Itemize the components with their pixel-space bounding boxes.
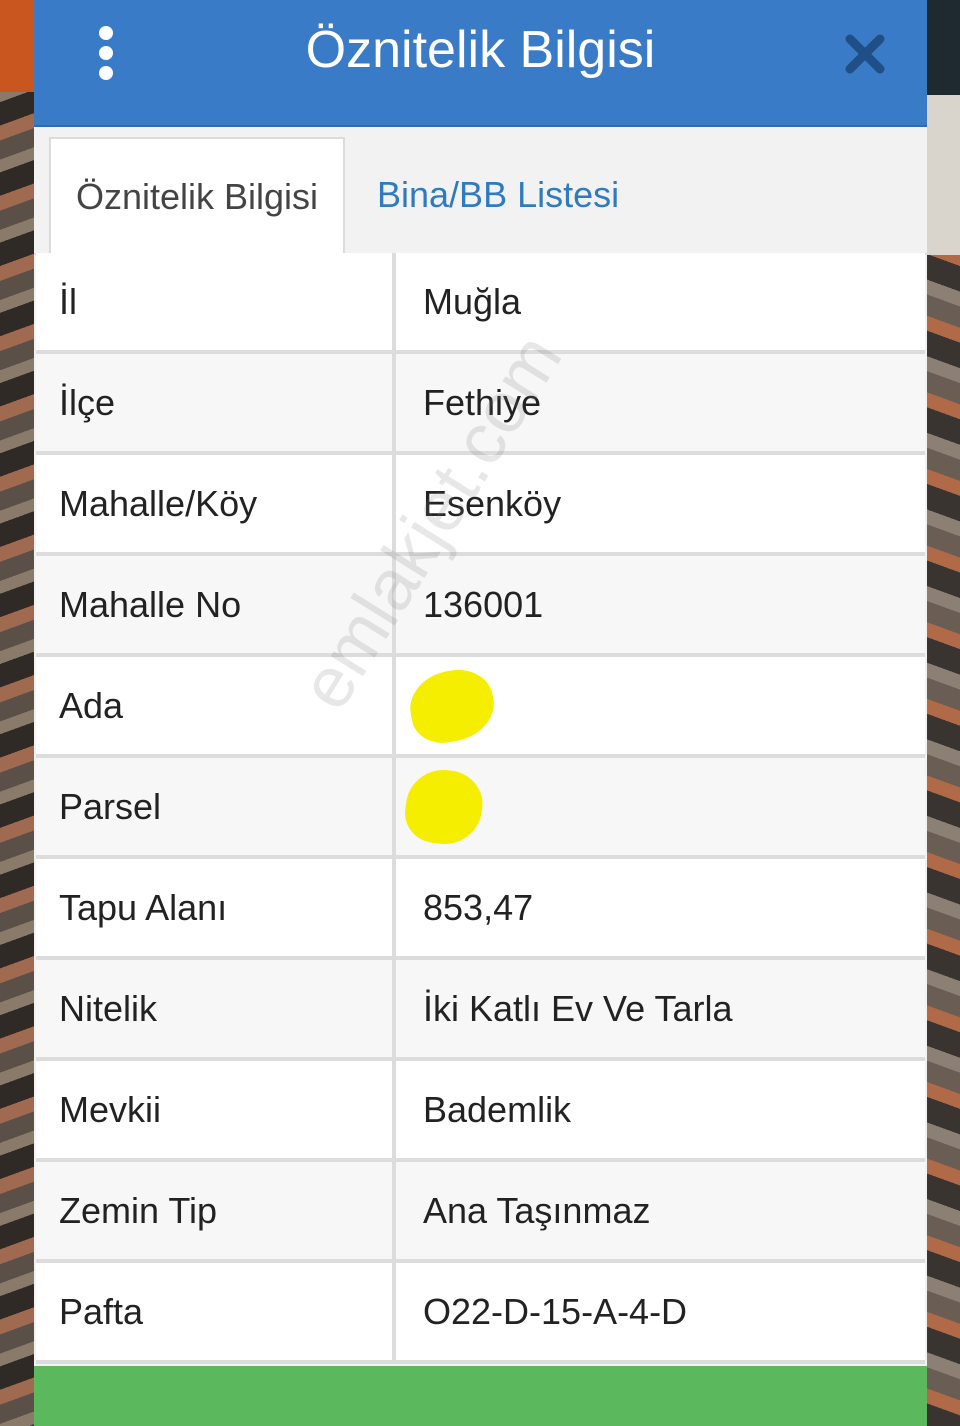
tab-attribute-info[interactable]: Öznitelik Bilgisi <box>49 137 345 255</box>
table-row: İl Muğla <box>36 253 925 354</box>
row-label: Mevkii <box>36 1061 396 1158</box>
table-row: Mahalle/Köy Esenköy <box>36 455 925 556</box>
row-value: 136001 <box>423 584 544 625</box>
table-row: Pafta O22-D-15-A-4-D <box>36 1263 925 1364</box>
row-label: İlçe <box>36 354 396 451</box>
table-row: Tapu Alanı 853,47 <box>36 859 925 960</box>
row-value: İki Katlı Ev Ve Tarla <box>423 988 733 1029</box>
table-row: İlçe Fethiye <box>36 354 925 455</box>
tab-building-list[interactable]: Bina/BB Listesi <box>377 137 619 253</box>
row-label: Mahalle No <box>36 556 396 653</box>
tab-bar: Öznitelik Bilgisi Bina/BB Listesi <box>34 127 927 255</box>
map-background-right <box>927 0 960 1426</box>
row-label: İl <box>36 253 396 350</box>
row-value: Fethiye <box>423 382 542 423</box>
attribute-info-panel: Öznitelik Bilgisi Öznitelik Bilgisi Bina… <box>34 0 927 1426</box>
table-row: Mahalle No 136001 <box>36 556 925 657</box>
row-label: Zemin Tip <box>36 1162 396 1259</box>
panel-title: Öznitelik Bilgisi <box>305 21 656 79</box>
footer-action-button[interactable] <box>34 1366 927 1426</box>
row-value: Bademlik <box>423 1089 572 1130</box>
row-value: O22-D-15-A-4-D <box>423 1291 688 1332</box>
row-label: Nitelik <box>36 960 396 1057</box>
table-row: Ada <box>36 657 925 758</box>
row-label: Mahalle/Köy <box>36 455 396 552</box>
row-label: Parsel <box>36 758 396 855</box>
row-value: Ana Taşınmaz <box>423 1190 651 1231</box>
row-value: Muğla <box>423 281 522 322</box>
attribute-table: İl Muğla İlçe Fethiye Mahalle/Köy Esenkö… <box>36 253 925 1364</box>
row-label: Pafta <box>36 1263 396 1360</box>
close-icon[interactable] <box>844 33 886 75</box>
table-row: Nitelik İki Katlı Ev Ve Tarla <box>36 960 925 1061</box>
panel-header: Öznitelik Bilgisi <box>34 0 927 127</box>
row-value: 853,47 <box>423 887 534 928</box>
table-row: Parsel <box>36 758 925 859</box>
row-label: Tapu Alanı <box>36 859 396 956</box>
table-row: Mevkii Bademlik <box>36 1061 925 1162</box>
row-value: Esenköy <box>423 483 562 524</box>
table-row: Zemin Tip Ana Taşınmaz <box>36 1162 925 1263</box>
row-label: Ada <box>36 657 396 754</box>
map-background-left <box>0 0 34 1426</box>
